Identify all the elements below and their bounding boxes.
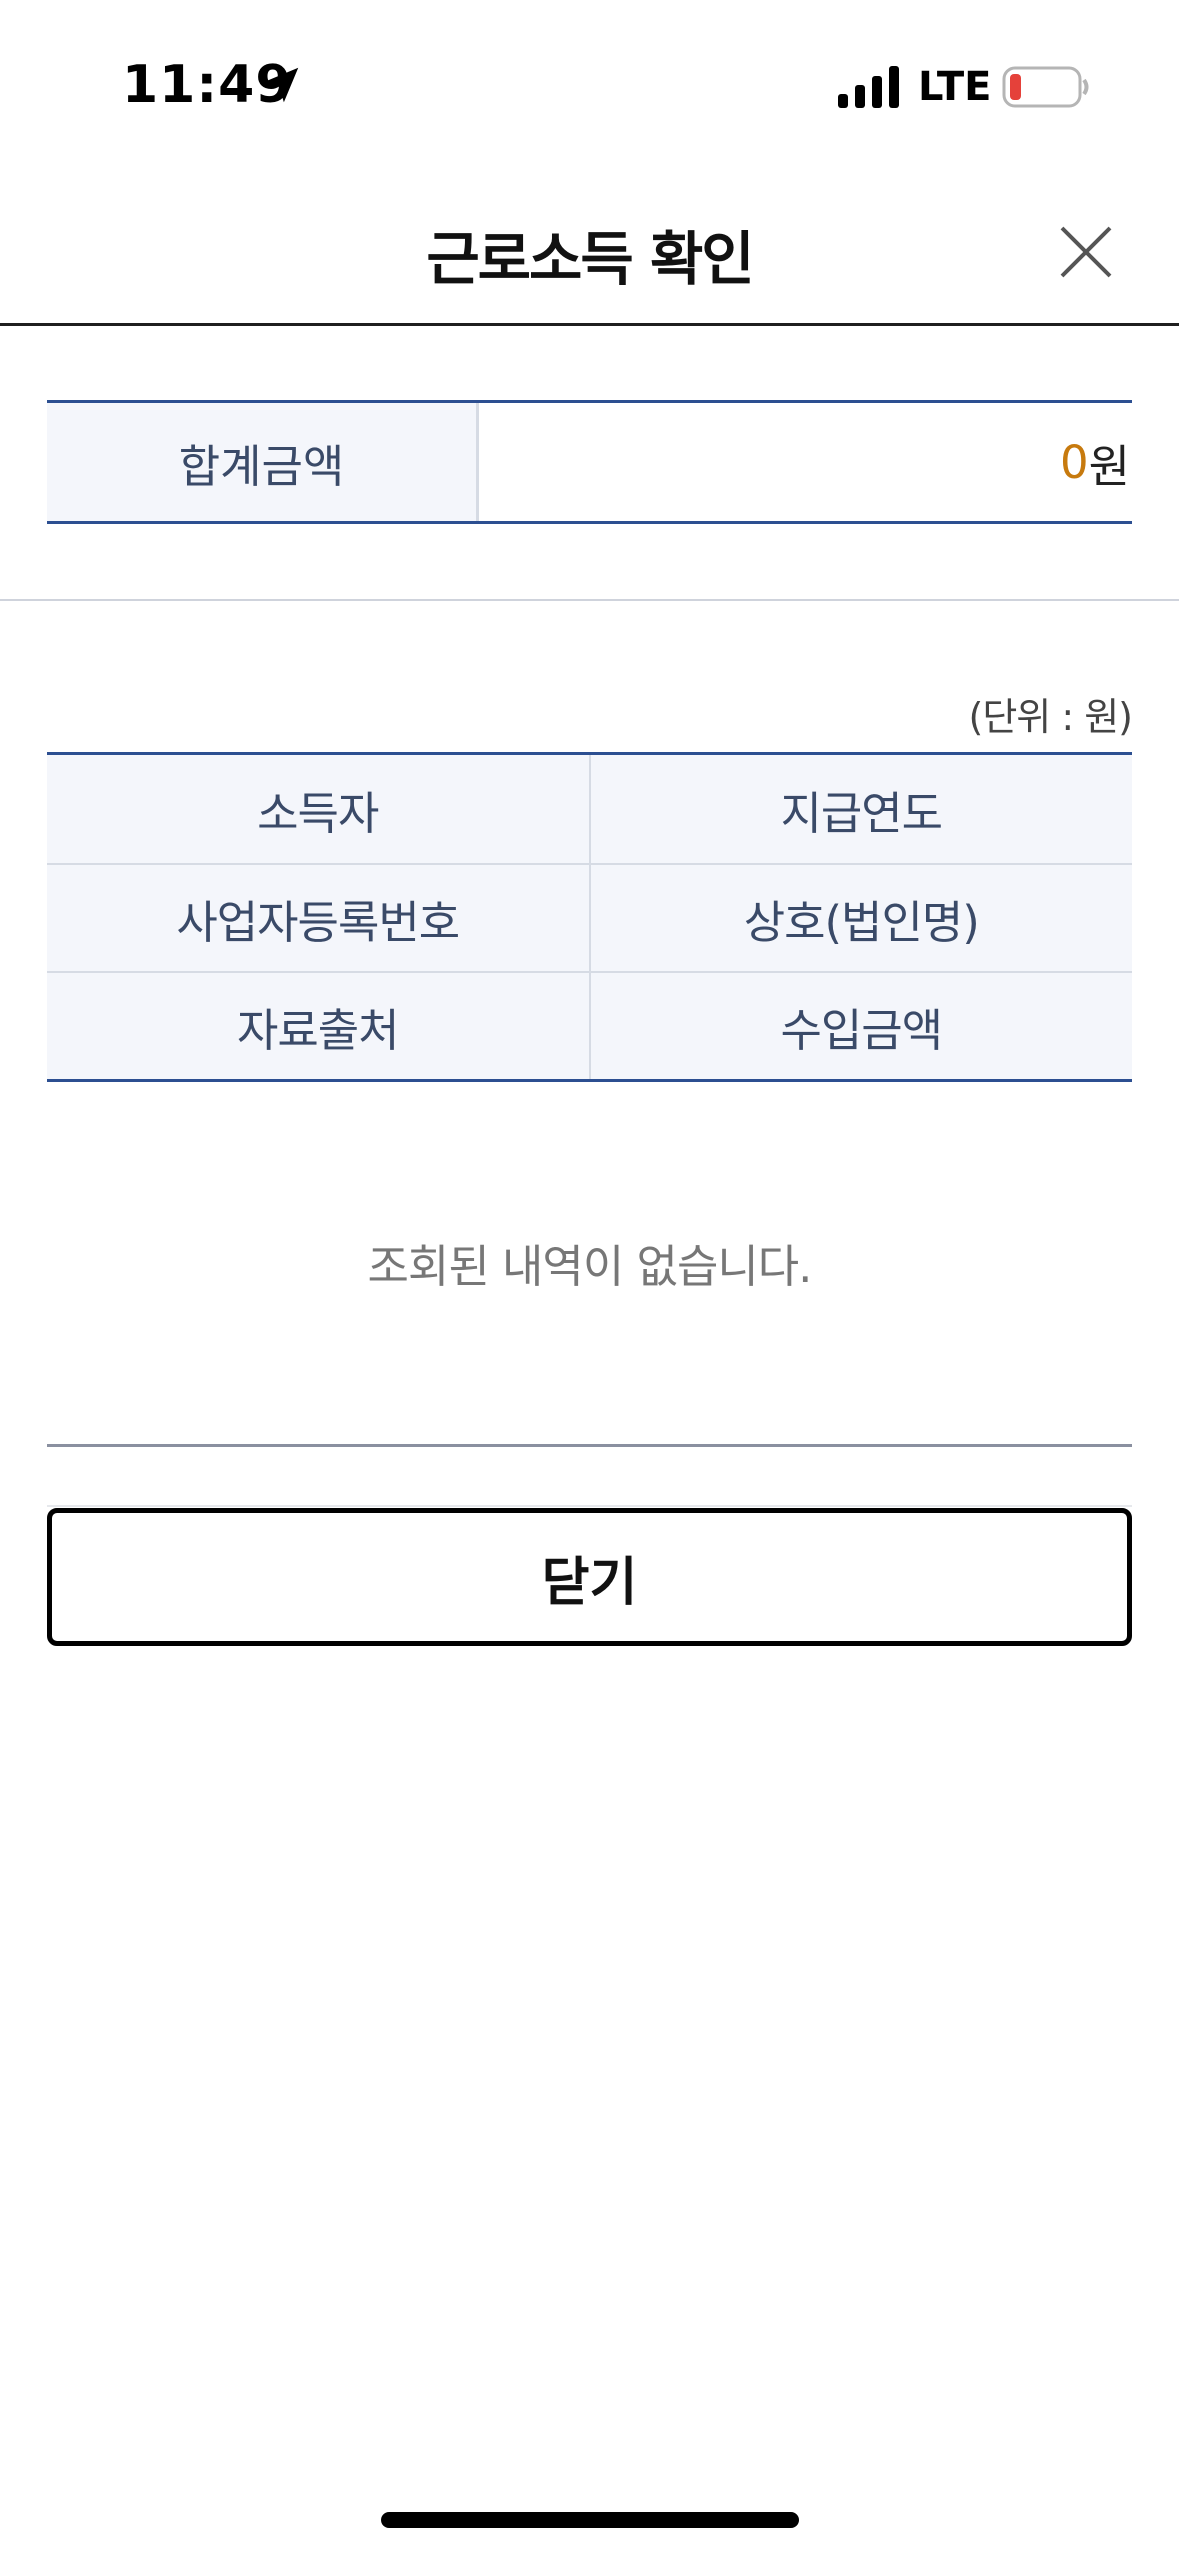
list-divider xyxy=(47,1505,1132,1507)
section-divider xyxy=(0,599,1179,601)
income-table-header: 소득자 지급연도 사업자등록번호 상호(법인명) 자료출처 수입금액 xyxy=(47,752,1132,1082)
location-arrow-icon xyxy=(263,67,299,103)
column-header: 상호(법인명) xyxy=(743,895,980,949)
summary-table: 합계금액 0원 xyxy=(47,400,1132,524)
page-title: 근로소득 확인 xyxy=(426,225,754,293)
column-header: 지급연도 xyxy=(780,786,943,840)
list-divider xyxy=(47,1444,1132,1447)
summary-amount: 0 xyxy=(1059,435,1089,489)
empty-message: 조회된 내역이 없습니다. xyxy=(367,1240,813,1293)
summary-unit: 원 xyxy=(1088,439,1130,493)
column-header: 소득자 xyxy=(47,755,591,863)
header: 근로소득 확인 xyxy=(0,180,1179,326)
column-header: 수입금액 xyxy=(780,1003,943,1057)
battery-low-icon xyxy=(1002,66,1089,108)
close-button[interactable]: 닫기 xyxy=(47,1508,1132,1646)
status-bar: 11:49 LTE xyxy=(0,0,1179,160)
table-row: 사업자등록번호 상호(법인명) xyxy=(47,863,1132,971)
column-header: 자료출처 xyxy=(47,973,591,1079)
summary-label: 합계금액 xyxy=(47,403,479,521)
home-indicator[interactable] xyxy=(381,2512,799,2528)
network-label: LTE xyxy=(918,64,992,110)
table-row: 자료출처 수입금액 xyxy=(47,971,1132,1079)
column-header: 사업자등록번호 xyxy=(47,865,591,971)
signal-icon xyxy=(838,66,899,108)
summary-value: 0원 xyxy=(479,403,1132,521)
page: 11:49 LTE 근로소득 확인 합계금액 0원 (단위 : 원) 소득자 지… xyxy=(0,0,1179,2556)
table-row: 소득자 지급연도 xyxy=(47,755,1132,863)
close-icon[interactable] xyxy=(1058,224,1114,280)
unit-note: (단위 : 원) xyxy=(968,695,1133,739)
